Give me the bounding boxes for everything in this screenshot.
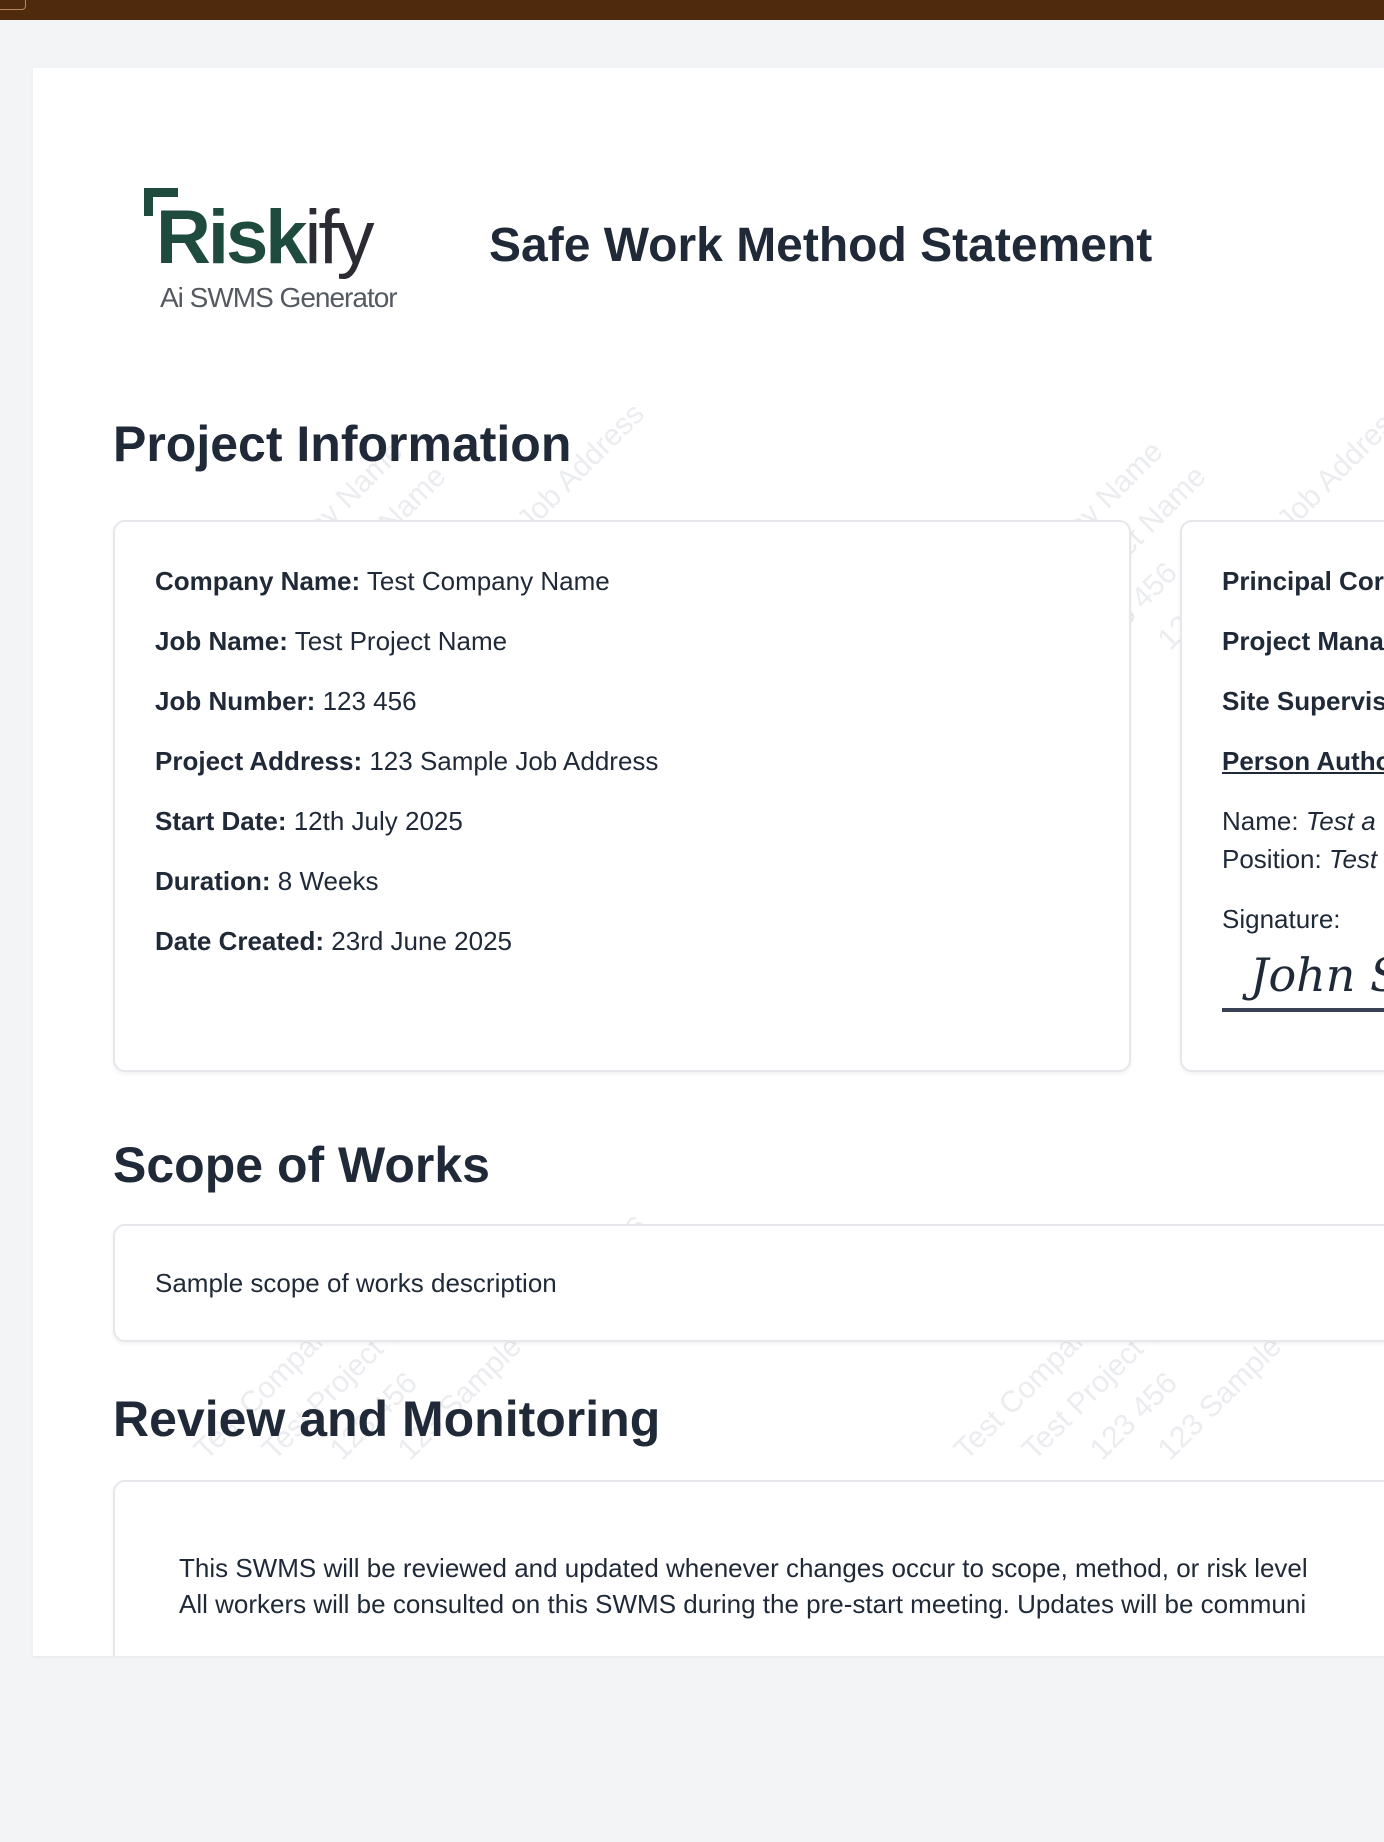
- field-company-name: Company Name: Test Company Name: [155, 566, 610, 596]
- project-info-card: Company Name: Test Company Name Job Name…: [113, 520, 1131, 1072]
- logo-tagline: Ai SWMS Generator: [160, 282, 398, 313]
- field-principal-contractor: Principal Cor: [1222, 566, 1384, 596]
- riskify-logo: Riskify Ai SWMS Generator: [110, 120, 410, 325]
- field-project-manager: Project Mana: [1222, 626, 1384, 656]
- signature-label: Signature:: [1222, 904, 1341, 934]
- scope-card: Sample scope of works description: [113, 1224, 1384, 1342]
- signature: John Sr: [1250, 948, 1384, 1002]
- top-bar: [0, 0, 1384, 20]
- section-title-project-information: Project Information: [113, 416, 572, 472]
- scope-text: Sample scope of works description: [155, 1268, 557, 1298]
- field-job-number: Job Number: 123 456: [155, 686, 417, 716]
- field-project-address: Project Address: 123 Sample Job Address: [155, 746, 659, 776]
- field-authorised-position: Position: Test: [1222, 844, 1378, 874]
- review-text: This SWMS will be reviewed and updated w…: [179, 1550, 1308, 1622]
- document-sheet: Test Company Name Test Project Name 123 …: [33, 68, 1384, 1656]
- field-job-name: Job Name: Test Project Name: [155, 626, 508, 656]
- contacts-card: Principal Cor Project Mana Site Supervis…: [1180, 520, 1384, 1072]
- field-start-date: Start Date: 12th July 2025: [155, 806, 463, 836]
- document-title: Safe Work Method Statement: [489, 219, 1153, 272]
- review-line-2: All workers will be consulted on this SW…: [179, 1589, 1307, 1619]
- review-card: This SWMS will be reviewed and updated w…: [113, 1480, 1384, 1656]
- signature-field: John Sr: [1222, 944, 1384, 1012]
- field-site-supervisor: Site Supervis: [1222, 686, 1384, 716]
- field-duration: Duration: 8 Weeks: [155, 866, 379, 896]
- field-authorised-name: Name: Test a: [1222, 806, 1376, 836]
- top-bar-tab[interactable]: [0, 0, 26, 10]
- review-line-1: This SWMS will be reviewed and updated w…: [179, 1553, 1308, 1583]
- section-title-scope-of-works: Scope of Works: [113, 1137, 490, 1193]
- logo-wordmark: Riskify: [156, 195, 375, 280]
- section-title-review-and-monitoring: Review and Monitoring: [113, 1391, 661, 1447]
- field-date-created: Date Created: 23rd June 2025: [155, 926, 513, 956]
- person-authorised-heading: Person Autho: [1222, 746, 1384, 776]
